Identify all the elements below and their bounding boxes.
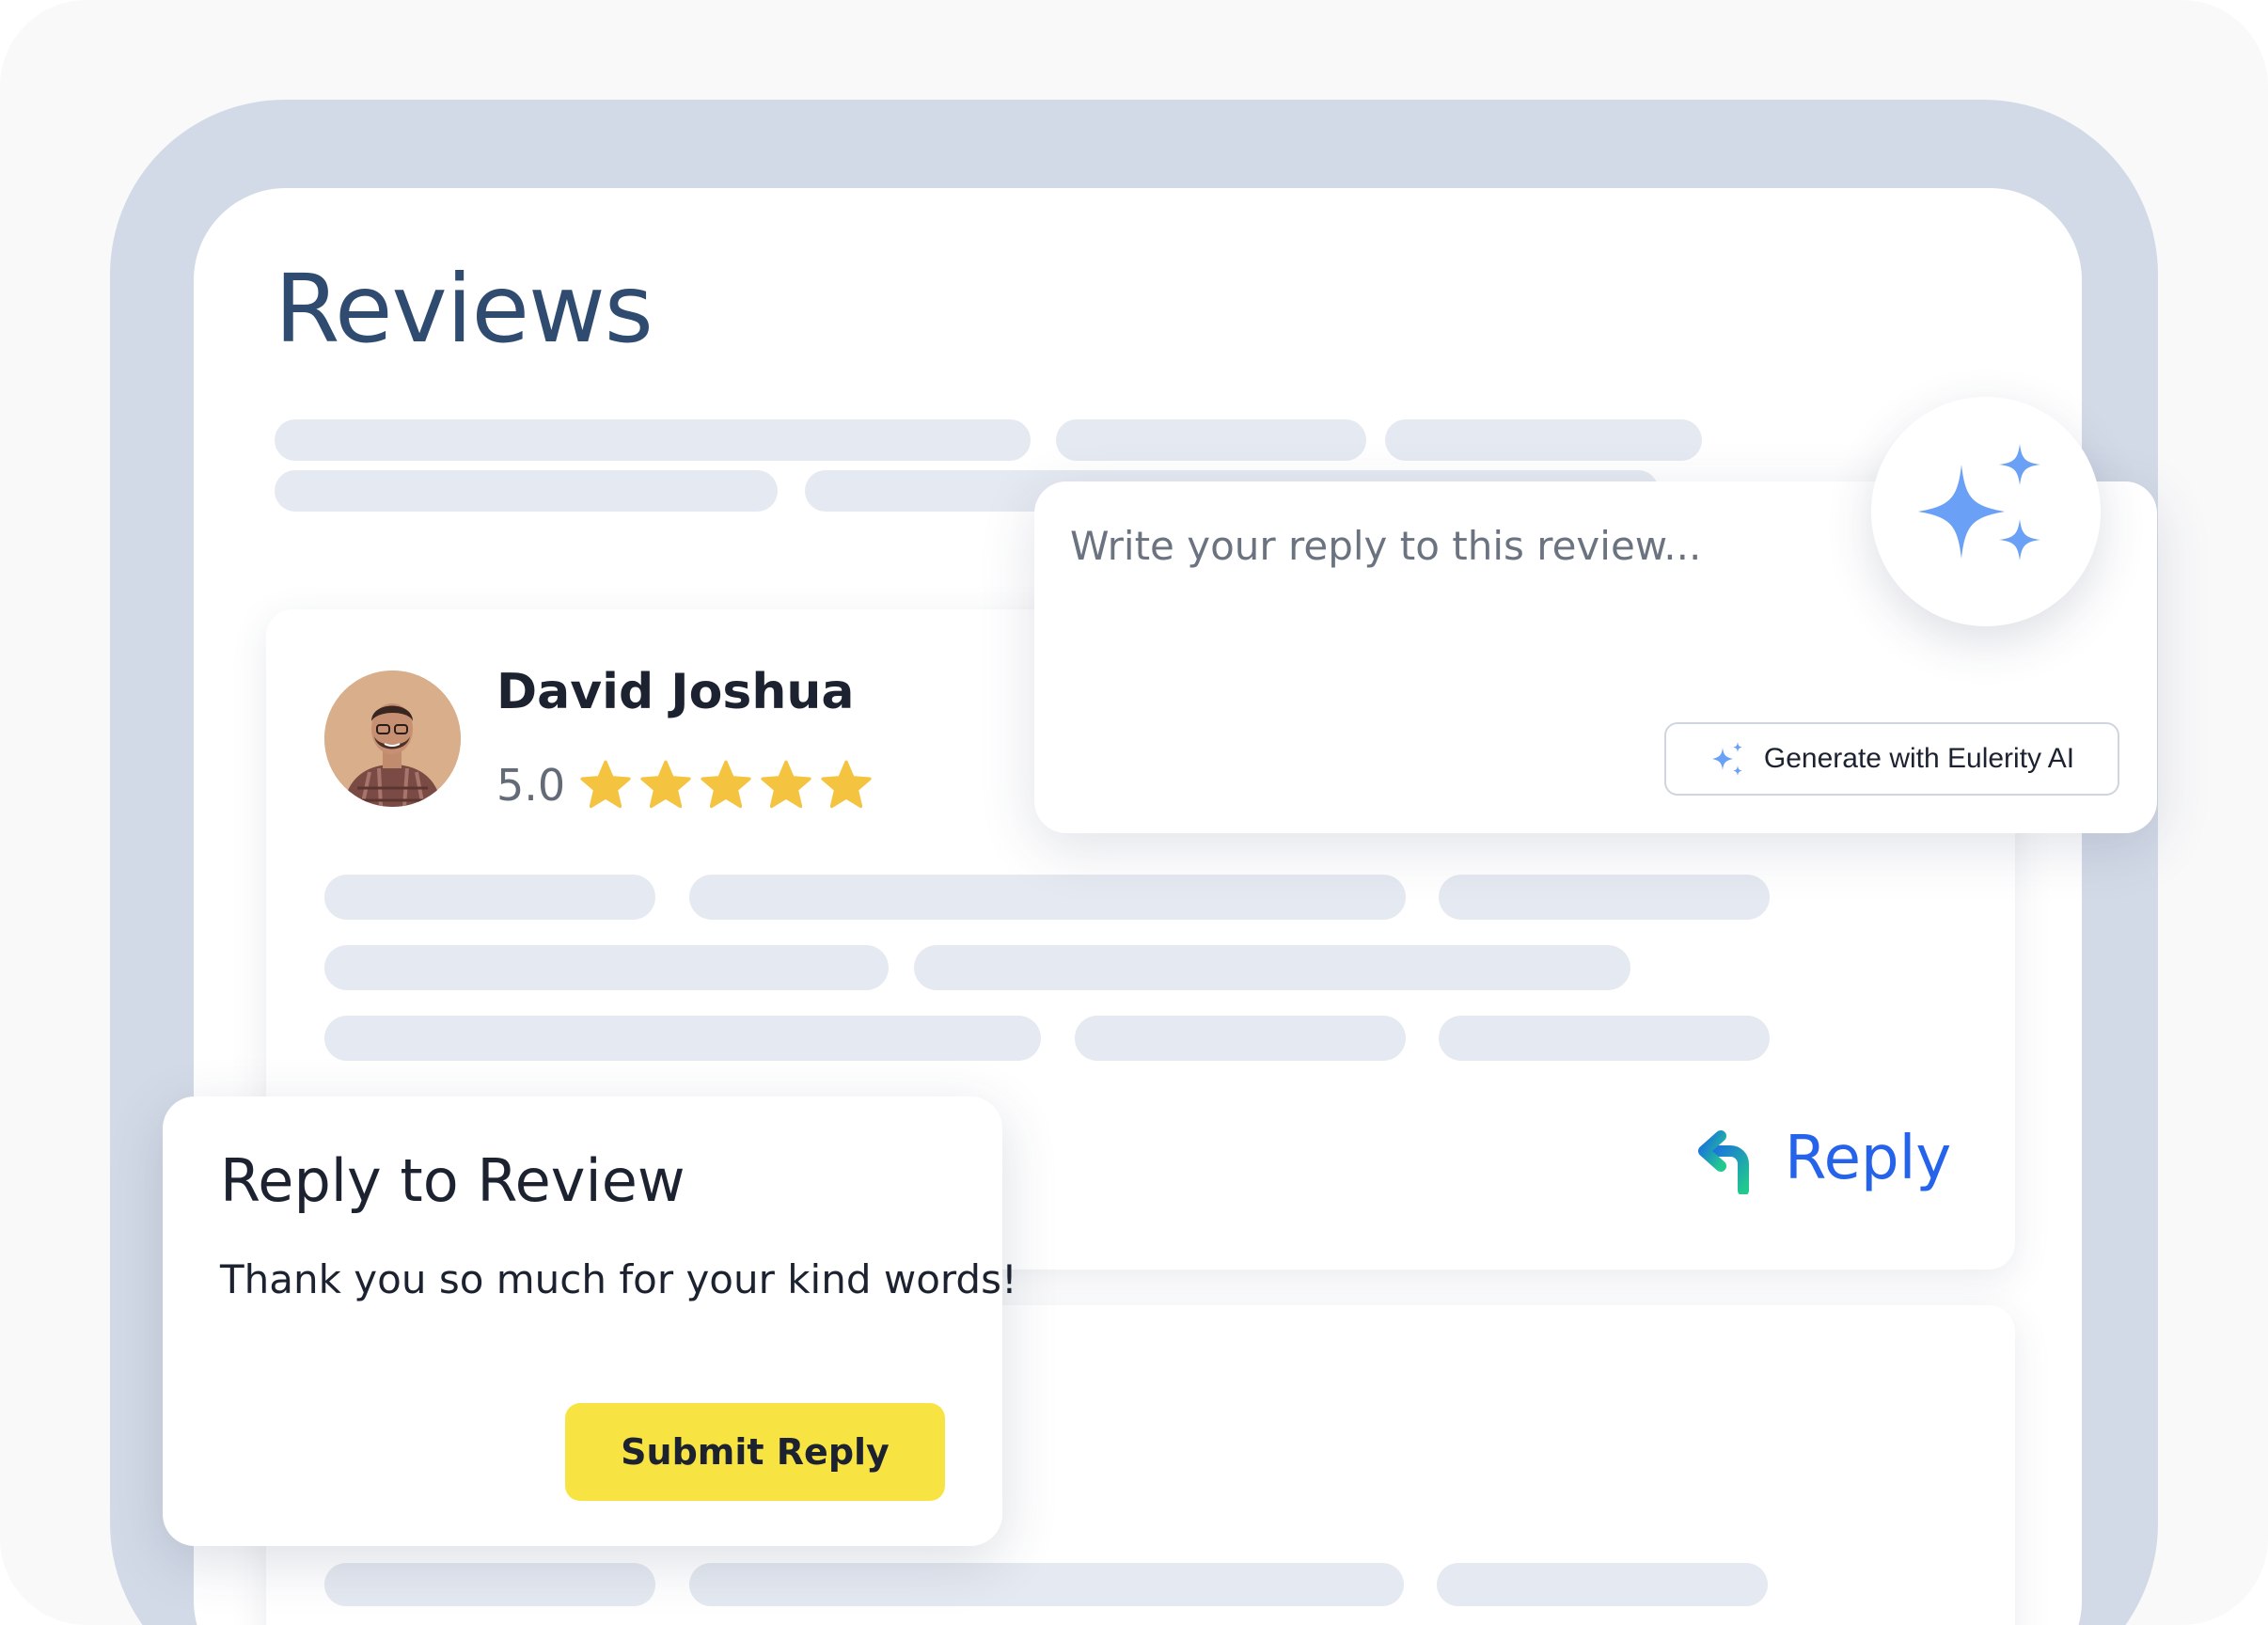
- skeleton-line: [1439, 875, 1770, 920]
- reply-panel-title: Reply to Review: [220, 1146, 685, 1215]
- generate-ai-label: Generate with Eulerity AI: [1763, 743, 2075, 774]
- page-background: Reviews David Joshua 5.0 Reply Write you…: [0, 0, 2268, 1625]
- skeleton-line: [324, 1563, 655, 1606]
- sparkle-icon: [1711, 742, 1742, 776]
- star-rating: [578, 758, 874, 812]
- star-icon: [761, 760, 811, 809]
- skeleton-line: [689, 1563, 1404, 1606]
- reply-button[interactable]: Reply: [1693, 1119, 1951, 1198]
- ai-sparkle-badge: [1871, 397, 2101, 626]
- skeleton-line: [275, 470, 778, 512]
- skeleton-line: [1385, 419, 1702, 461]
- reply-input[interactable]: [1070, 523, 1916, 730]
- sparkle-icon: [1918, 444, 2040, 560]
- reply-panel: Reply to Review Thank you so much for yo…: [163, 1096, 1017, 1546]
- skeleton-line: [1056, 419, 1366, 461]
- reviewer-avatar: [324, 671, 461, 807]
- reply-text[interactable]: Thank you so much for your kind words!: [220, 1256, 1017, 1302]
- reply-arrow-icon: [1698, 1130, 1749, 1194]
- reviewer-name: David Joshua: [496, 664, 855, 720]
- rating-value: 5.0: [496, 760, 566, 811]
- skeleton-line: [324, 1016, 1041, 1061]
- star-icon: [640, 760, 691, 809]
- skeleton-line: [275, 419, 1031, 461]
- star-icon: [701, 760, 751, 809]
- skeleton-line: [1075, 1016, 1406, 1061]
- avatar-photo: [324, 671, 461, 807]
- skeleton-line: [914, 945, 1630, 990]
- skeleton-line: [324, 875, 655, 920]
- reply-label: Reply: [1785, 1124, 1952, 1193]
- star-icon: [821, 760, 872, 809]
- skeleton-line: [1437, 1563, 1768, 1606]
- skeleton-line: [1439, 1016, 1770, 1061]
- submit-reply-button[interactable]: Submit Reply: [565, 1403, 945, 1501]
- page-title: Reviews: [275, 254, 654, 364]
- skeleton-line: [689, 875, 1406, 920]
- star-icon: [580, 760, 631, 809]
- generate-ai-button[interactable]: Generate with Eulerity AI: [1664, 722, 2119, 796]
- skeleton-line: [324, 945, 889, 990]
